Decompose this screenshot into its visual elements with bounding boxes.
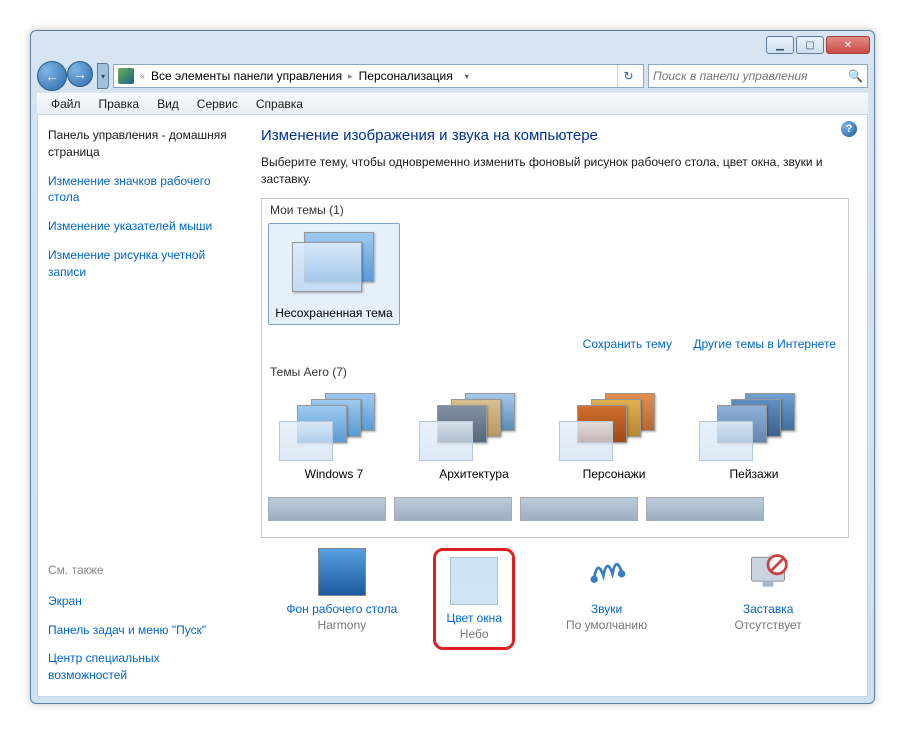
sidebar-home-link[interactable]: Панель управления - домашняя страница bbox=[48, 127, 233, 161]
search-input[interactable] bbox=[653, 69, 848, 83]
desktop-background-value: Harmony bbox=[272, 618, 412, 632]
search-box[interactable]: 🔍 bbox=[648, 64, 868, 88]
screensaver-value: Отсутствует bbox=[698, 618, 838, 632]
window-color-button[interactable]: Цвет окна Небо bbox=[446, 557, 501, 641]
menu-view[interactable]: Вид bbox=[149, 95, 187, 113]
window-color-icon bbox=[450, 557, 498, 605]
theme-landscapes[interactable]: Пейзажи bbox=[688, 385, 820, 485]
nav-back-button[interactable]: ← bbox=[37, 61, 67, 91]
highlight-annotation: Цвет окна Небо bbox=[433, 548, 514, 650]
search-icon[interactable]: 🔍 bbox=[848, 69, 863, 83]
menu-bar: Файл Правка Вид Сервис Справка bbox=[37, 93, 868, 115]
bottom-settings-bar: Фон рабочего стола Harmony Цвет окна Неб… bbox=[243, 538, 867, 656]
theme-windows7[interactable]: Windows 7 bbox=[268, 385, 400, 485]
sounds-label: Звуки bbox=[537, 602, 677, 616]
menu-file[interactable]: Файл bbox=[43, 95, 89, 113]
screensaver-icon bbox=[744, 548, 792, 596]
sidebar-link-account-picture[interactable]: Изменение рисунка учетной записи bbox=[48, 247, 233, 281]
theme-label: Несохраненная тема bbox=[273, 306, 395, 320]
desktop-background-button[interactable]: Фон рабочего стола Harmony bbox=[272, 548, 412, 650]
sounds-button[interactable]: Звуки По умолчанию bbox=[537, 548, 677, 650]
sidebar-link-taskbar[interactable]: Панель задач и меню "Пуск" bbox=[48, 622, 233, 639]
address-dropdown[interactable]: ▾ bbox=[459, 72, 475, 81]
desktop-background-icon bbox=[318, 548, 366, 596]
nav-forward-button[interactable]: → bbox=[67, 61, 93, 87]
theme-characters[interactable]: Персонажи bbox=[548, 385, 680, 485]
theme-label: Персонажи bbox=[552, 467, 676, 481]
screensaver-button[interactable]: Заставка Отсутствует bbox=[698, 548, 838, 650]
help-icon[interactable]: ? bbox=[841, 121, 857, 137]
window-color-label: Цвет окна bbox=[446, 611, 501, 625]
refresh-button[interactable]: ↻ bbox=[617, 65, 639, 87]
chevron-right-icon: ▸ bbox=[348, 71, 353, 82]
sidebar-seealso-header: См. также bbox=[48, 563, 233, 577]
sidebar: Панель управления - домашняя страница Из… bbox=[38, 115, 243, 696]
titlebar: ▁ ▢ ✕ bbox=[31, 31, 874, 59]
main-pane: ? Изменение изображения и звука на компь… bbox=[243, 115, 867, 696]
minimize-button[interactable]: ▁ bbox=[766, 36, 794, 54]
my-themes-header: Мои темы (1) bbox=[262, 199, 848, 221]
theme-label: Архитектура bbox=[412, 467, 536, 481]
sounds-icon bbox=[583, 548, 631, 596]
save-theme-link[interactable]: Сохранить тему bbox=[583, 337, 672, 351]
aero-themes-header: Темы Aero (7) bbox=[262, 361, 848, 383]
window-color-value: Небо bbox=[446, 627, 501, 641]
sounds-value: По умолчанию bbox=[537, 618, 677, 632]
desktop-background-label: Фон рабочего стола bbox=[272, 602, 412, 616]
close-button[interactable]: ✕ bbox=[826, 36, 870, 54]
theme-unsaved[interactable]: Несохраненная тема bbox=[268, 223, 400, 325]
control-panel-icon bbox=[118, 68, 134, 84]
theme-label: Пейзажи bbox=[692, 467, 816, 481]
sidebar-link-display[interactable]: Экран bbox=[48, 593, 233, 610]
menu-help[interactable]: Справка bbox=[248, 95, 311, 113]
breadcrumb-current[interactable]: Персонализация bbox=[359, 69, 453, 83]
theme-architecture[interactable]: Архитектура bbox=[408, 385, 540, 485]
themes-container: Мои темы (1) Несохраненная тема Сохранит… bbox=[261, 198, 849, 538]
page-description: Выберите тему, чтобы одновременно измени… bbox=[261, 154, 849, 188]
menu-tools[interactable]: Сервис bbox=[189, 95, 246, 113]
sidebar-link-ease-of-access[interactable]: Центр специальных возможностей bbox=[48, 650, 233, 684]
page-heading: Изменение изображения и звука на компьют… bbox=[261, 127, 849, 144]
menu-edit[interactable]: Правка bbox=[91, 95, 148, 113]
chevron-left-icon: « bbox=[140, 71, 145, 81]
screensaver-label: Заставка bbox=[698, 602, 838, 616]
nav-history-dropdown[interactable]: ▾ bbox=[97, 63, 109, 89]
online-themes-link[interactable]: Другие темы в Интернете bbox=[693, 337, 836, 351]
theme-label: Windows 7 bbox=[272, 467, 396, 481]
maximize-button[interactable]: ▢ bbox=[796, 36, 824, 54]
sidebar-link-mouse-pointers[interactable]: Изменение указателей мыши bbox=[48, 218, 233, 235]
breadcrumb-parent[interactable]: Все элементы панели управления bbox=[151, 69, 342, 83]
sidebar-link-desktop-icons[interactable]: Изменение значков рабочего стола bbox=[48, 173, 233, 207]
address-bar[interactable]: « Все элементы панели управления ▸ Персо… bbox=[113, 64, 644, 88]
